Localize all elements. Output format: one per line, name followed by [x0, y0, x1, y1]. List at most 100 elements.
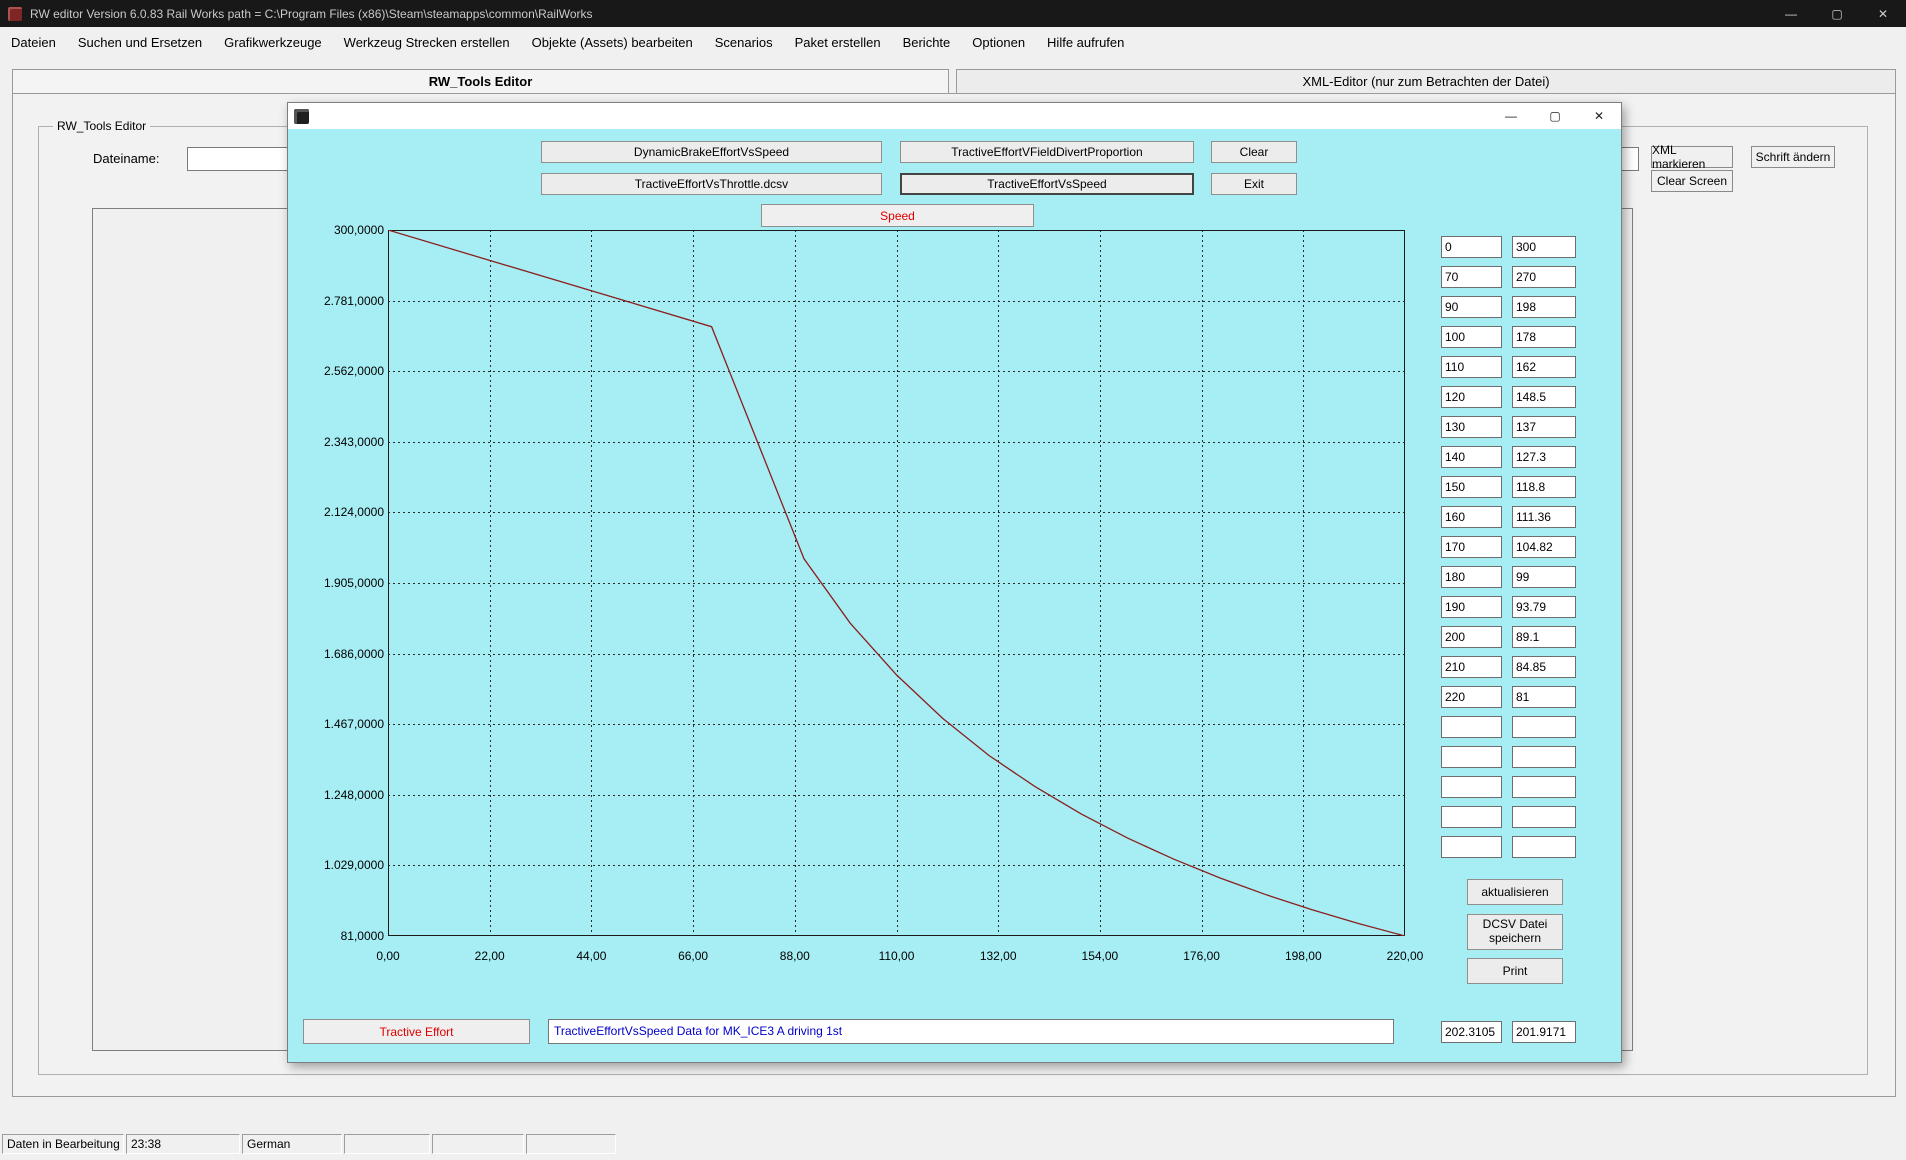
x-axis-tick-label: 110,00 — [867, 949, 927, 963]
menu-item-optionen[interactable]: Optionen — [961, 27, 1036, 58]
speed-value-input[interactable] — [1441, 596, 1502, 618]
effort-value-input[interactable] — [1512, 536, 1576, 558]
exit-button[interactable]: Exit — [1211, 173, 1297, 195]
clear-screen-button[interactable]: Clear Screen — [1651, 170, 1733, 192]
speed-value-input[interactable] — [1441, 476, 1502, 498]
speed-value-input[interactable] — [1441, 326, 1502, 348]
dynamic-brake-effort-button[interactable]: DynamicBrakeEffortVsSpeed — [541, 141, 882, 163]
dialog-icon[interactable] — [294, 109, 309, 124]
menu-item-paket-erstellen[interactable]: Paket erstellen — [784, 27, 892, 58]
value-grid — [1441, 236, 1581, 866]
effort-value-input[interactable] — [1512, 716, 1576, 738]
value-row-8 — [1441, 446, 1581, 468]
effort-value-input[interactable] — [1512, 656, 1576, 678]
effort-value-input[interactable] — [1512, 626, 1576, 648]
menu-item-berichte[interactable]: Berichte — [892, 27, 962, 58]
effort-value-input[interactable] — [1512, 506, 1576, 528]
speed-value-input[interactable] — [1441, 686, 1502, 708]
effort-value-input[interactable] — [1512, 236, 1576, 258]
menu-item-werkzeug-strecken-erstellen[interactable]: Werkzeug Strecken erstellen — [333, 27, 521, 58]
y-axis-tick-label: 1.905,0000 — [292, 576, 384, 590]
clear-button[interactable]: Clear — [1211, 141, 1297, 163]
groupbox-label: RW_Tools Editor — [53, 119, 150, 133]
tractive-effort-vs-throttle-button[interactable]: TractiveEffortVsThrottle.dcsv — [541, 173, 882, 195]
tab-xml-editor[interactable]: XML-Editor (nur zum Betrachten der Datei… — [956, 69, 1896, 93]
y-axis-tick-label: 2.343,0000 — [292, 435, 384, 449]
menu-item-grafikwerkzeuge[interactable]: Grafikwerkzeuge — [213, 27, 333, 58]
effort-value-input[interactable] — [1512, 296, 1576, 318]
effort-value-input[interactable] — [1512, 266, 1576, 288]
speed-value-input[interactable] — [1441, 776, 1502, 798]
filename-label: Dateiname: — [93, 151, 159, 166]
effort-value-input[interactable] — [1512, 746, 1576, 768]
menu-item-hilfe-aufrufen[interactable]: Hilfe aufrufen — [1036, 27, 1135, 58]
status-panel-1: Daten in Bearbeitung — [2, 1134, 124, 1154]
speed-value-input[interactable] — [1441, 716, 1502, 738]
minimize-button[interactable]: — — [1768, 0, 1814, 27]
speed-value-input[interactable] — [1441, 386, 1502, 408]
speed-value-input[interactable] — [1441, 536, 1502, 558]
chart-area[interactable] — [388, 230, 1405, 936]
y-axis-tick-label: 2.781,0000 — [292, 294, 384, 308]
effort-value-input[interactable] — [1512, 776, 1576, 798]
speed-value-input[interactable] — [1441, 836, 1502, 858]
change-font-button[interactable]: Schrift ändern — [1751, 146, 1835, 168]
speed-value-input[interactable] — [1441, 296, 1502, 318]
speed-value-input[interactable] — [1441, 356, 1502, 378]
effort-value-input[interactable] — [1512, 356, 1576, 378]
speed-value-input[interactable] — [1441, 806, 1502, 828]
chart-plot[interactable] — [388, 230, 1405, 936]
menu-item-dateien[interactable]: Dateien — [0, 27, 67, 58]
menu-item-scenarios[interactable]: Scenarios — [704, 27, 784, 58]
x-axis-tick-label: 22,00 — [460, 949, 520, 963]
speed-value-input[interactable] — [1441, 506, 1502, 528]
speed-value-input[interactable] — [1441, 266, 1502, 288]
dialog-close-button[interactable]: ✕ — [1577, 103, 1621, 129]
value-row-15 — [1441, 656, 1581, 678]
y-axis-tick-label: 1.467,0000 — [292, 717, 384, 731]
effort-value-input[interactable] — [1512, 596, 1576, 618]
effort-value-input[interactable] — [1512, 446, 1576, 468]
update-button[interactable]: aktualisieren — [1467, 879, 1563, 905]
effort-value-input[interactable] — [1512, 806, 1576, 828]
save-dcsv-button[interactable]: DCSV Datei speichern — [1467, 914, 1563, 950]
menu-item-objekte-assets-bearbeiten[interactable]: Objekte (Assets) bearbeiten — [521, 27, 704, 58]
close-button[interactable]: ✕ — [1860, 0, 1906, 27]
speed-value-input[interactable] — [1441, 236, 1502, 258]
y-axis-tick-label: 300,0000 — [292, 223, 384, 237]
y-axis-tick-label: 1.248,0000 — [292, 788, 384, 802]
effort-value-input[interactable] — [1512, 416, 1576, 438]
app-icon[interactable] — [8, 7, 22, 21]
speed-value-input[interactable] — [1441, 416, 1502, 438]
tab-rw-tools-editor[interactable]: RW_Tools Editor — [12, 69, 949, 93]
value-row-13 — [1441, 596, 1581, 618]
value-row-3 — [1441, 296, 1581, 318]
tractive-effort-vs-speed-button[interactable]: TractiveEffortVsSpeed — [900, 173, 1194, 195]
effort-value-input[interactable] — [1512, 476, 1576, 498]
xml-mark-button[interactable]: XML markieren — [1651, 146, 1733, 168]
value-row-9 — [1441, 476, 1581, 498]
dialog-minimize-button[interactable]: — — [1489, 103, 1533, 129]
speed-value-input[interactable] — [1441, 566, 1502, 588]
speed-value-input[interactable] — [1441, 626, 1502, 648]
speed-value-input[interactable] — [1441, 656, 1502, 678]
maximize-button[interactable]: ▢ — [1814, 0, 1860, 27]
dialog-body: DynamicBrakeEffortVsSpeed TractiveEffort… — [288, 129, 1621, 1062]
print-button[interactable]: Print — [1467, 958, 1563, 984]
speed-value-input[interactable] — [1441, 746, 1502, 768]
effort-value-input[interactable] — [1512, 686, 1576, 708]
x-axis-tick-label: 154,00 — [1070, 949, 1130, 963]
field-divert-proportion-button[interactable]: TractiveEffortVFieldDivertProportion — [900, 141, 1194, 163]
dialog-maximize-button[interactable]: ▢ — [1533, 103, 1577, 129]
effort-value-input[interactable] — [1512, 566, 1576, 588]
value-row-2 — [1441, 266, 1581, 288]
effort-value-input[interactable] — [1512, 836, 1576, 858]
speed-value-input[interactable] — [1441, 446, 1502, 468]
effort-value-input[interactable] — [1512, 326, 1576, 348]
value-row-1 — [1441, 236, 1581, 258]
effort-value-input[interactable] — [1512, 386, 1576, 408]
tab-strip: RW_Tools Editor XML-Editor (nur zum Betr… — [12, 69, 1896, 93]
menu-item-suchen-und-ersetzen[interactable]: Suchen und Ersetzen — [67, 27, 213, 58]
cursor-x-readout: 202.3105 — [1441, 1021, 1502, 1043]
curve-description-field[interactable]: TractiveEffortVsSpeed Data for MK_ICE3 A… — [548, 1019, 1394, 1044]
